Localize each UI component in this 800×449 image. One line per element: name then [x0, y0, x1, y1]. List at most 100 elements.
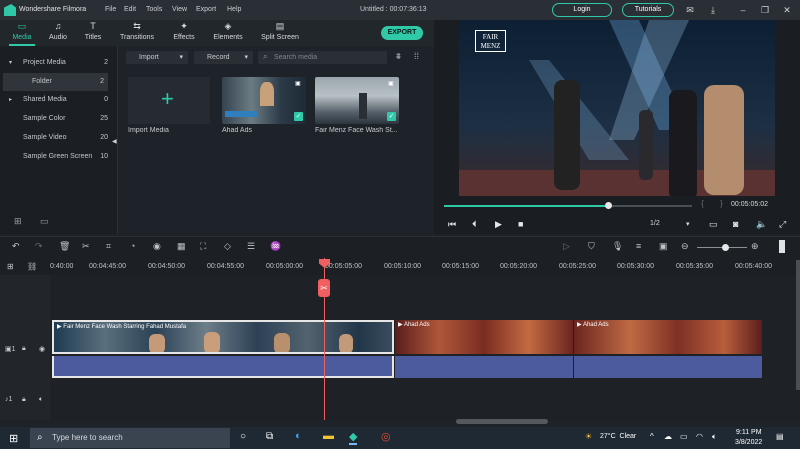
video-clip[interactable]: ▶ Fair Menz Face Wash Starring Fahad Mus… — [52, 320, 394, 354]
tab-transitions[interactable]: ⇆ Transitions — [115, 20, 159, 46]
tab-split-screen[interactable]: ▤ Split Screen — [257, 20, 303, 46]
progress-bar-filled[interactable] — [444, 205, 609, 207]
lock-icon[interactable]: 🔒︎ — [22, 345, 26, 353]
voiceover-icon[interactable]: ≡ — [636, 241, 641, 251]
cortana-icon[interactable]: ○ — [240, 431, 246, 442]
chevron-down-icon[interactable]: ▾ — [686, 220, 690, 228]
menu-view[interactable]: View — [172, 6, 187, 13]
menu-export[interactable]: Export — [196, 6, 216, 13]
freeze-frame-icon[interactable]: ⛶ — [200, 241, 206, 252]
quality-dropdown[interactable]: 1/2 — [650, 220, 660, 227]
tab-elements[interactable]: ◈ Elements — [209, 20, 247, 46]
notification-icon[interactable]: ▤ — [776, 432, 784, 441]
chevron-up-icon[interactable]: ^ — [650, 432, 654, 441]
vertical-scrollbar[interactable] — [796, 260, 800, 390]
file-explorer-icon[interactable]: ▬ — [323, 430, 334, 442]
horizontal-scrollbar[interactable] — [456, 419, 548, 424]
menu-help[interactable]: Help — [227, 6, 241, 13]
audio-waveform[interactable] — [52, 356, 394, 378]
menu-tools[interactable]: Tools — [146, 6, 162, 13]
adjust-icon[interactable]: ☰ — [247, 241, 255, 252]
fullscreen-icon[interactable]: ⤢ — [779, 219, 786, 230]
windows-start-icon[interactable]: ⊞ — [9, 432, 18, 445]
search-input[interactable]: Search media — [258, 51, 387, 64]
grid-view-icon[interactable]: ⁞⁞ — [414, 51, 419, 61]
menu-edit[interactable]: Edit — [124, 6, 136, 13]
snapshot-icon[interactable]: ▣ — [659, 241, 668, 252]
progress-knob[interactable] — [605, 202, 612, 209]
microphone-icon[interactable]: 🎙 — [612, 241, 623, 252]
sidebar-item-project-media[interactable]: ▾ Project Media 2 — [0, 54, 112, 72]
tab-effects[interactable]: ✦ Effects — [168, 20, 200, 46]
render-icon[interactable]: ▷ — [563, 241, 570, 252]
task-view-icon[interactable]: ⧉ — [266, 431, 273, 442]
crop-icon[interactable]: ⌗ — [106, 241, 111, 252]
clock-time[interactable]: 9:11 PM — [736, 429, 762, 436]
mail-icon[interactable]: ✉ — [683, 3, 697, 17]
progress-bar-track[interactable] — [609, 205, 692, 207]
delete-icon[interactable]: 🗑 — [59, 241, 70, 252]
tab-audio[interactable]: ♫ Audio — [42, 20, 74, 46]
clock-date[interactable]: 3/8/2022 — [735, 439, 762, 446]
tab-titles[interactable]: T Titles — [78, 20, 108, 46]
taskbar-search-input[interactable]: Type here to search — [30, 428, 230, 448]
tutorials-button[interactable]: Tutorials — [622, 3, 674, 17]
edge-icon[interactable]: ◐ — [295, 430, 302, 442]
speaker-icon[interactable]: 🔈︎ — [39, 396, 43, 404]
zoom-out-icon[interactable]: ⊖ — [681, 241, 689, 252]
video-clip[interactable]: ▶ Ahad Ads — [574, 320, 762, 354]
cut-icon[interactable]: ✂ — [82, 241, 90, 252]
filmora-taskbar-icon[interactable]: ◆ — [349, 430, 358, 445]
new-folder-icon[interactable]: ⊞ — [14, 216, 22, 227]
undo-icon[interactable]: ↶ — [12, 241, 20, 252]
audio-waveform[interactable] — [574, 356, 762, 378]
filter-icon[interactable]: ⩩ — [396, 51, 401, 62]
stop-icon[interactable]: ■ — [518, 219, 523, 229]
sidebar-item-shared-media[interactable]: ▸ Shared Media 0 — [0, 91, 112, 109]
minimize-icon[interactable]: – — [736, 3, 750, 17]
split-scissors-icon[interactable]: ✂ — [318, 279, 330, 297]
audio-waveform-icon[interactable]: ♒ — [270, 241, 281, 252]
sidebar-item-sample-video[interactable]: Sample Video 20 — [0, 129, 112, 147]
close-icon[interactable]: ✕ — [780, 3, 794, 17]
previous-frame-icon[interactable]: ⏮ — [448, 219, 456, 230]
speed-icon[interactable]: ◔ — [130, 241, 135, 251]
panel-toggle-icon[interactable] — [779, 240, 785, 253]
maximize-icon[interactable]: ❐ — [758, 3, 772, 17]
redo-icon[interactable]: ↷ — [35, 241, 43, 252]
color-icon[interactable]: ◉ — [153, 241, 161, 252]
volume-icon[interactable]: 🔈 — [756, 219, 767, 230]
timeline-ruler[interactable]: ⊞ ⛓ 0:40:00 00:04:45:00 00:04:50:00 00:0… — [0, 256, 800, 275]
chrome-icon[interactable]: ◎ — [381, 430, 391, 443]
network-icon[interactable]: ▭ — [680, 432, 688, 441]
folder-icon[interactable]: ▭ — [40, 216, 49, 227]
zoom-in-icon[interactable]: ⊕ — [751, 241, 759, 252]
sidebar-item-folder[interactable]: Folder 2 — [3, 73, 108, 91]
link-icon[interactable]: ⛓ — [27, 262, 37, 271]
video-clip[interactable]: ▶ Ahad Ads — [395, 320, 573, 354]
mark-out-icon[interactable]: } — [720, 199, 723, 208]
eye-icon[interactable]: ◉ — [39, 345, 45, 353]
add-track-icon[interactable]: ⊞ — [7, 262, 14, 271]
audio-waveform[interactable] — [395, 356, 573, 378]
sidebar-item-sample-green-screen[interactable]: Sample Green Screen 10 — [0, 148, 112, 166]
play-icon[interactable]: ▶ — [495, 219, 502, 230]
import-media-tile[interactable]: + — [128, 77, 210, 124]
import-dropdown[interactable]: Import — [126, 51, 188, 64]
login-button[interactable]: Login — [552, 3, 612, 17]
snapshot-icon[interactable]: ◙ — [733, 219, 738, 229]
lock-icon[interactable]: 🔒︎ — [22, 396, 26, 404]
marker-icon[interactable]: ⛉ — [588, 241, 595, 252]
export-button[interactable]: EXPORT — [381, 26, 423, 40]
download-icon[interactable]: ⤓ — [706, 3, 720, 17]
cloud-icon[interactable]: ☁ — [664, 432, 672, 441]
weather-text[interactable]: 27°C Clear — [600, 433, 636, 440]
wifi-icon[interactable]: ◠ — [696, 432, 703, 441]
keyframe-icon[interactable]: ◇ — [224, 241, 231, 252]
record-dropdown[interactable]: Record — [194, 51, 253, 64]
menu-file[interactable]: File — [105, 6, 116, 13]
speaker-icon[interactable]: 🔈︎ — [712, 432, 717, 442]
video-preview[interactable]: FAIR MENZ — [459, 20, 775, 196]
mark-in-icon[interactable]: { — [701, 199, 704, 208]
display-icon[interactable]: ▭ — [709, 219, 718, 230]
